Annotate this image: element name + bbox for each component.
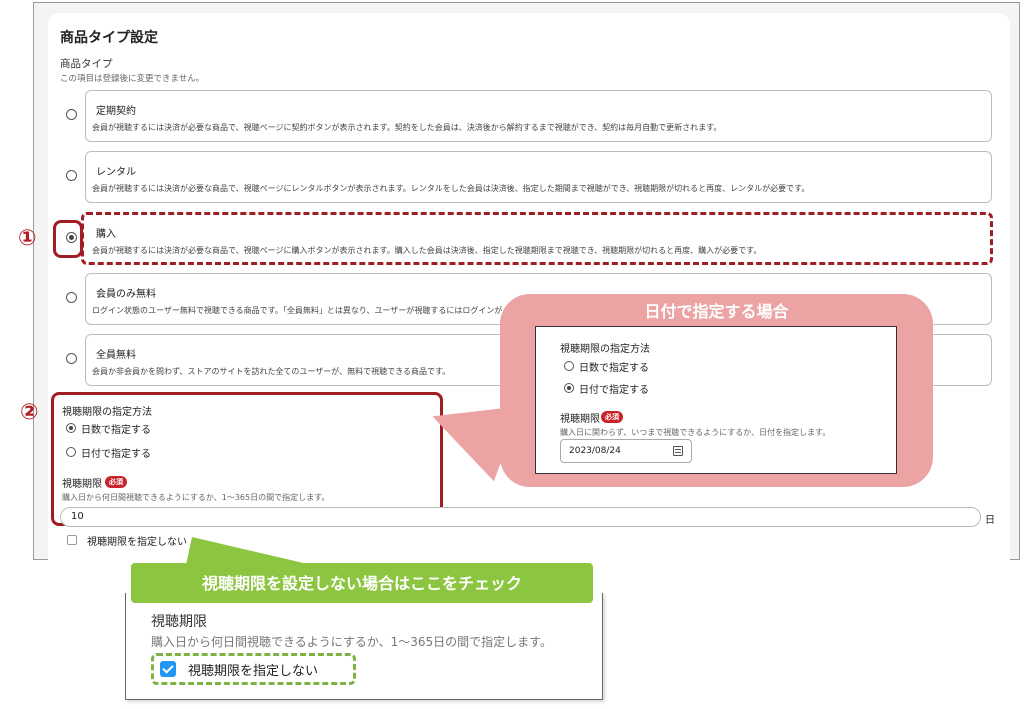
no-limit-label: 視聴期限を指定しない [87, 537, 187, 548]
inset-no-limit-label: 視聴期限を指定しない [188, 664, 319, 679]
callout-method-label: 視聴期限の指定方法 [560, 344, 650, 355]
inset-period-hint: 購入日から何日間視聴できるようにするか、1〜365日の間で指定します。 [151, 635, 552, 649]
radio-by-days[interactable] [66, 423, 76, 433]
period-method-label: 視聴期限の指定方法 [62, 407, 152, 418]
marker-one: ① [18, 226, 37, 251]
option-title: 定期契約 [96, 106, 136, 117]
date-value: 2023/08/24 [569, 446, 621, 456]
period-unit: 日 [985, 515, 995, 526]
product-type-label: 商品タイプ [60, 58, 113, 70]
radio-rental[interactable] [66, 170, 77, 181]
period-hint: 購入日から何日間視聴できるようにするか、1〜365日の間で指定します。 [62, 493, 330, 502]
option-title: レンタル [96, 167, 136, 178]
period-days-value: 10 [71, 511, 84, 522]
callout-radio-by-days[interactable] [564, 361, 574, 371]
radio-everyone-free[interactable] [66, 353, 77, 364]
option-title: 全員無料 [96, 350, 136, 361]
date-input[interactable]: 2023/08/24 [560, 439, 692, 463]
purchase-highlight [81, 212, 993, 265]
callout-radio-by-date[interactable] [564, 383, 574, 393]
marker-two: ② [20, 400, 39, 425]
option-desc: 会員が視聴するには決済が必要な商品で、視聴ページに契約ボタンが表示されます。契約… [92, 123, 722, 132]
callout-by-date-label: 日付で指定する [579, 385, 649, 396]
green-callout-tail [186, 537, 312, 565]
radio-highlight [53, 220, 83, 258]
radio-members-free[interactable] [66, 292, 77, 303]
callout-period-hint: 購入日に関わらず、いつまで視聴できるようにするか、日付を指定します。 [560, 428, 831, 437]
option-subscription[interactable]: 定期契約 会員が視聴するには決済が必要な商品で、視聴ページに契約ボタンが表示され… [85, 90, 992, 142]
by-date-label: 日付で指定する [81, 449, 151, 460]
callout-by-days-label: 日数で指定する [579, 363, 649, 374]
radio-subscription[interactable] [66, 109, 77, 120]
date-callout-title: 日付で指定する場合 [644, 302, 789, 321]
inset-period-label: 視聴期限 [151, 614, 207, 630]
no-limit-checkbox[interactable] [67, 535, 77, 545]
required-badge: 必須 [105, 476, 127, 488]
no-limit-banner-text: 視聴期限を設定しない場合はここをチェック [201, 574, 522, 593]
option-desc: ログイン状態のユーザー無料で視聴できる商品です。「全員無料」とは異なり、ユーザー… [92, 306, 502, 315]
period-days-input[interactable]: 10 [60, 507, 981, 527]
no-limit-checkbox-checked[interactable] [160, 661, 176, 677]
callout-required-badge: 必須 [601, 411, 623, 423]
product-type-hint: この項目は登録後に変更できません。 [60, 74, 205, 84]
radio-by-date[interactable] [66, 447, 76, 457]
period-label: 視聴期限 [62, 479, 102, 490]
option-desc: 会員か非会員かを問わず、ストアのサイトを訪れた全てのユーザーが、無料で視聴できる… [92, 367, 451, 376]
option-rental[interactable]: レンタル 会員が視聴するには決済が必要な商品で、視聴ページにレンタルボタンが表示… [85, 151, 992, 203]
by-days-label: 日数で指定する [81, 425, 151, 436]
section-title: 商品タイプ設定 [60, 30, 158, 46]
option-title: 会員のみ無料 [96, 289, 156, 300]
calendar-icon[interactable] [673, 446, 683, 456]
callout-period-label: 視聴期限 [560, 414, 600, 425]
option-desc: 会員が視聴するには決済が必要な商品で、視聴ページにレンタルボタンが表示されます。… [92, 184, 810, 193]
